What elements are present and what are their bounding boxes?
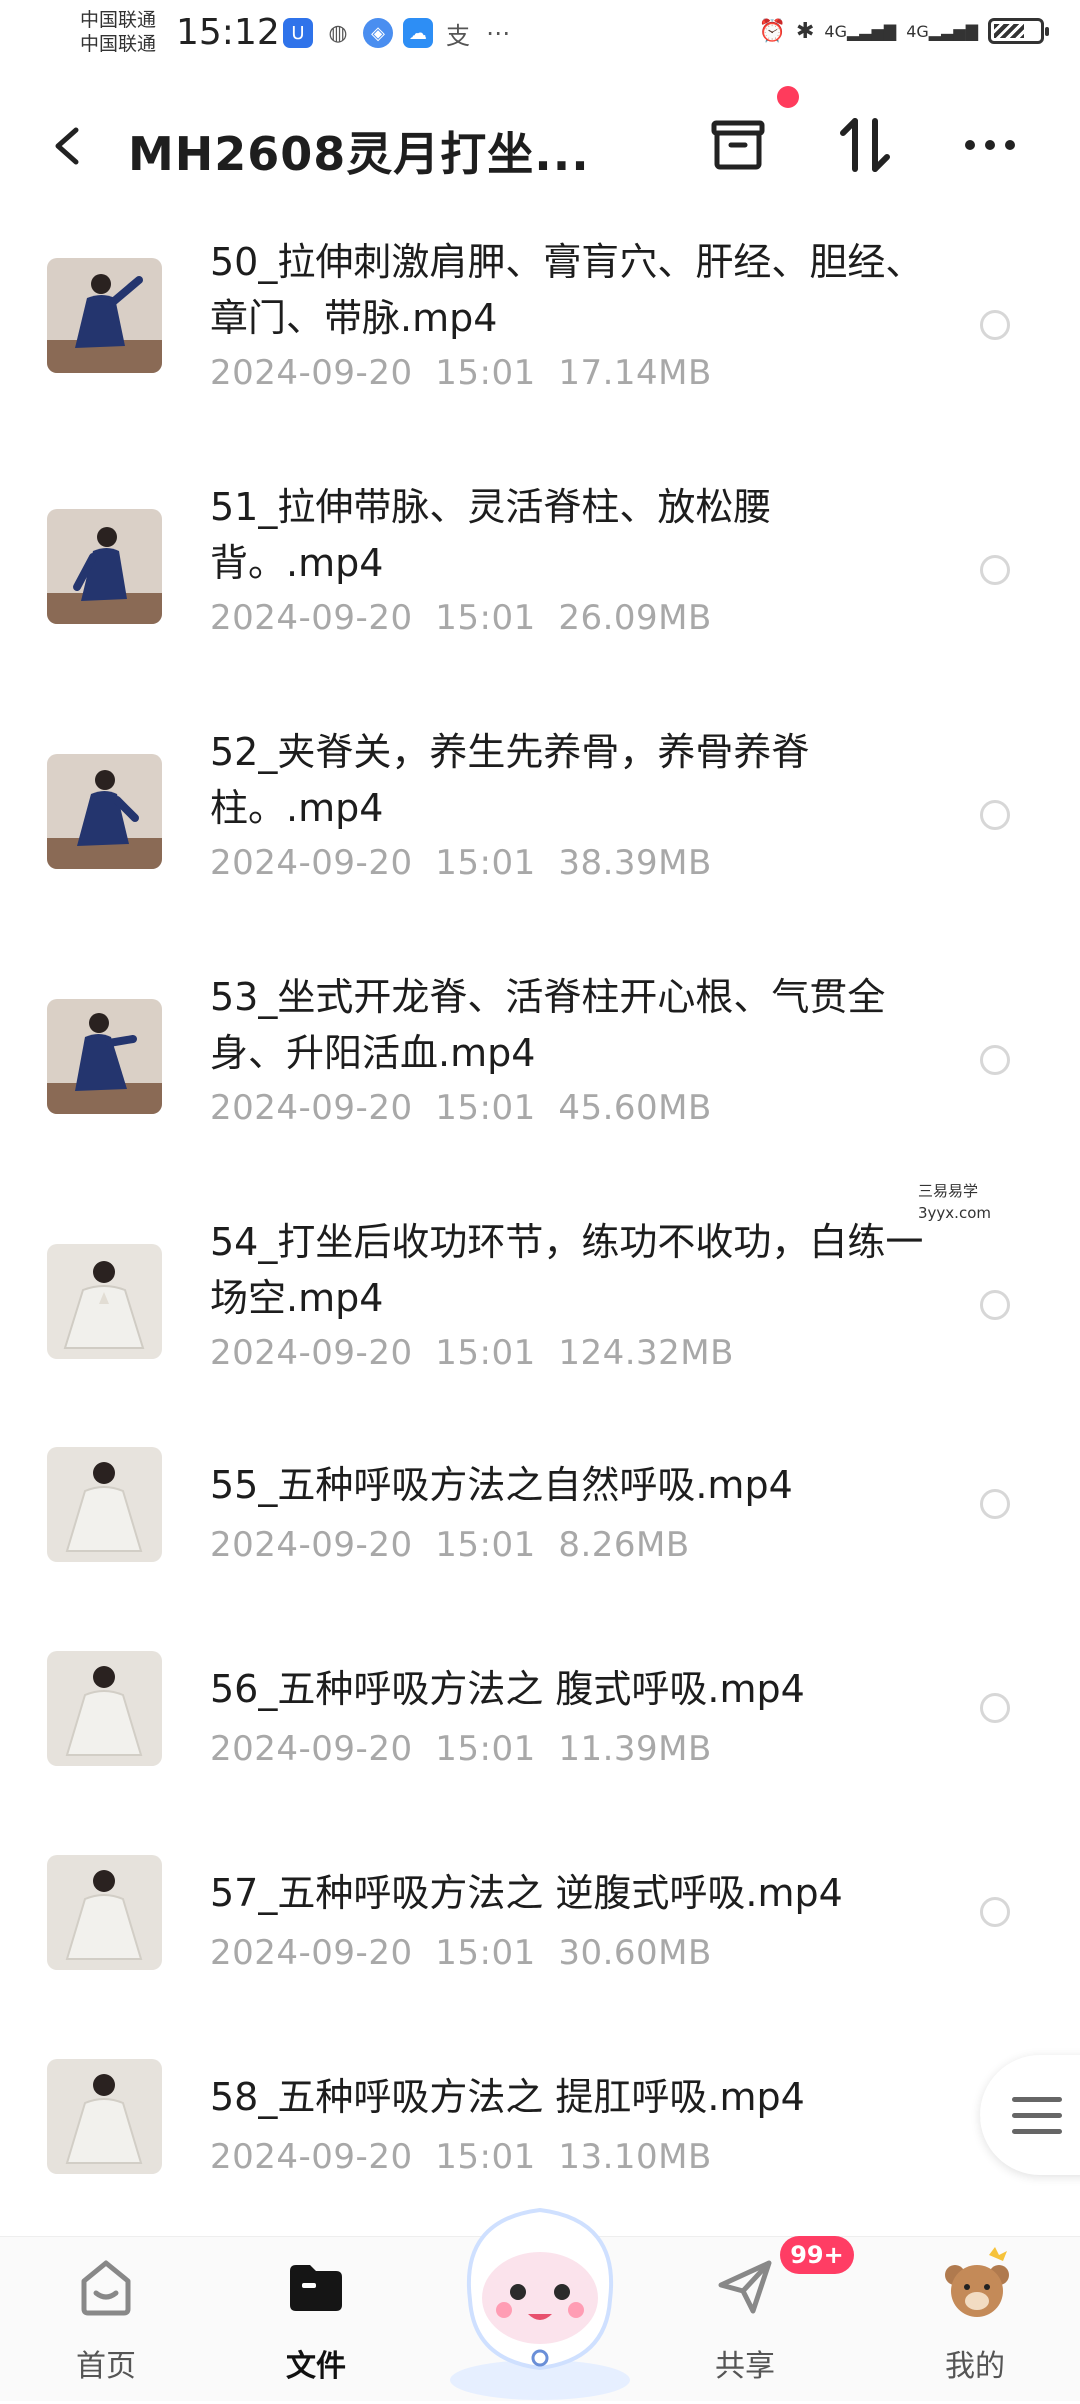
browser-icon: ◈ — [363, 18, 393, 48]
video-thumbnail — [47, 258, 162, 373]
video-thumbnail — [47, 1447, 162, 1562]
file-name: 50_拉伸刺激肩胛、膏肓穴、肝经、胆经、章门、带脉.mp4 — [210, 240, 924, 340]
file-name: 58_五种呼吸方法之 提肛呼吸.mp4 — [210, 2075, 805, 2119]
notification-icons: U ◍ ◈ ☁ 支 ⋯ — [283, 18, 513, 50]
folder-title: MH2608灵月打坐... — [128, 127, 590, 181]
file-name: 55_五种呼吸方法之自然呼吸.mp4 — [210, 1463, 793, 1507]
wechat-icon: ◍ — [323, 18, 353, 48]
file-meta: 2024-09-20 15:01 13.10MB — [210, 2137, 712, 2177]
file-meta: 2024-09-20 15:01 30.60MB — [210, 1933, 712, 1973]
tab-mine-label: 我的 — [945, 2349, 1005, 2384]
video-thumbnail — [47, 1855, 162, 1970]
battery-icon — [988, 18, 1049, 44]
tab-home[interactable]: 首页 — [16, 2237, 196, 2401]
file-name: 54_打坐后收功环节，练功不收功，白练一场空.mp4 — [210, 1220, 924, 1320]
alipay-icon: 支 — [443, 18, 473, 50]
select-radio[interactable] — [980, 1693, 1010, 1723]
app-header: MH2608灵月打坐... — [0, 80, 1080, 210]
select-radio[interactable] — [980, 1045, 1010, 1075]
list-item[interactable]: 56_五种呼吸方法之 腹式呼吸.mp4 2024-09-20 15:01 11.… — [0, 1639, 1080, 1843]
video-thumbnail — [47, 1651, 162, 1766]
notification-dot — [777, 86, 799, 108]
file-meta: 2024-09-20 15:01 45.60MB — [210, 1088, 712, 1128]
chevron-left-icon[interactable] — [48, 116, 88, 176]
select-radio[interactable] — [980, 1489, 1010, 1519]
watermark: 三易易学 3yyx.com — [918, 1182, 991, 1222]
select-radio[interactable] — [980, 310, 1010, 340]
signal-icon: 4G▂▃▅▇ — [824, 21, 897, 41]
select-radio[interactable] — [980, 1290, 1010, 1320]
select-radio[interactable] — [980, 555, 1010, 585]
list-item[interactable]: 53_坐式开龙脊、活脊柱开心根、气贯全身、升阳活血.mp4 2024-09-20… — [0, 945, 1080, 1190]
paper-plane-icon — [718, 2260, 772, 2314]
video-thumbnail — [47, 999, 162, 1114]
video-thumbnail — [47, 2059, 162, 2174]
carrier-labels: 中国联通 中国联通 — [80, 8, 156, 56]
tab-home-label: 首页 — [76, 2349, 136, 2384]
list-item[interactable]: 52_夹脊关，养生先养骨，养骨养脊柱。.mp4 2024-09-20 15:01… — [0, 700, 1080, 945]
file-name: 52_夹脊关，养生先养骨，养骨养脊柱。.mp4 — [210, 730, 810, 830]
tab-files-label: 文件 — [286, 2349, 346, 2384]
clock: 15:12 — [176, 12, 280, 53]
alarm-icon: ⏰ — [758, 18, 786, 44]
folder-icon — [290, 2265, 342, 2311]
carrier-1: 中国联通 — [80, 9, 157, 31]
file-list: 50_拉伸刺激肩胛、膏肓穴、肝经、胆经、章门、带脉.mp4 2024-09-20… — [0, 210, 1080, 2251]
tab-share-label: 共享 — [715, 2349, 775, 2384]
video-thumbnail — [47, 1244, 162, 1359]
bear-avatar-icon — [945, 2247, 1009, 2317]
archive-icon[interactable] — [703, 110, 773, 180]
list-item[interactable]: 50_拉伸刺激肩胛、膏肓穴、肝经、胆经、章门、带脉.mp4 2024-09-20… — [0, 210, 1080, 455]
sort-icon[interactable] — [830, 110, 900, 180]
app-notification-icon: U — [283, 18, 313, 48]
file-meta: 2024-09-20 15:01 26.09MB — [210, 598, 712, 638]
menu-line — [1012, 2097, 1062, 2102]
tab-mine[interactable]: 我的 — [885, 2237, 1065, 2401]
file-name: 53_坐式开龙脊、活脊柱开心根、气贯全身、升阳活血.mp4 — [210, 975, 886, 1075]
file-meta: 2024-09-20 15:01 124.32MB — [210, 1333, 734, 1373]
assistant-mascot-button[interactable] — [430, 2180, 650, 2400]
file-meta: 2024-09-20 15:01 8.26MB — [210, 1525, 690, 1565]
status-bar: 中国联通 中国联通 15:12 U ◍ ◈ ☁ 支 ⋯ ⏰ ✱ 4G▂▃▅▇ 4… — [0, 0, 1080, 70]
carrier-2: 中国联通 — [80, 33, 157, 55]
share-badge: 99+ — [780, 2236, 854, 2274]
list-item[interactable]: 55_五种呼吸方法之自然呼吸.mp4 2024-09-20 15:01 8.26… — [0, 1435, 1080, 1639]
file-name: 51_拉伸带脉、灵活脊柱、放松腰背。.mp4 — [210, 485, 772, 585]
list-item[interactable]: 57_五种呼吸方法之 逆腹式呼吸.mp4 2024-09-20 15:01 30… — [0, 1843, 1080, 2047]
home-icon — [81, 2260, 131, 2316]
signal-icon-2: 4G▂▃▅▇ — [906, 21, 978, 41]
select-radio[interactable] — [980, 800, 1010, 830]
file-meta: 2024-09-20 15:01 38.39MB — [210, 843, 712, 883]
list-item[interactable]: 51_拉伸带脉、灵活脊柱、放松腰背。.mp4 2024-09-20 15:01 … — [0, 455, 1080, 700]
weather-icon: ☁ — [403, 18, 433, 48]
video-thumbnail — [47, 754, 162, 869]
file-meta: 2024-09-20 15:01 11.39MB — [210, 1729, 712, 1769]
bluetooth-icon: ✱ — [795, 18, 815, 44]
select-radio[interactable] — [980, 1897, 1010, 1927]
menu-line — [1012, 2129, 1062, 2134]
menu-line — [1012, 2113, 1062, 2118]
system-icons: ⏰ ✱ 4G▂▃▅▇ 4G▂▃▅▇ — [758, 18, 1049, 44]
file-name: 57_五种呼吸方法之 逆腹式呼吸.mp4 — [210, 1871, 843, 1915]
file-meta: 2024-09-20 15:01 17.14MB — [210, 353, 712, 393]
tab-files[interactable]: 文件 — [226, 2237, 406, 2401]
more-icon[interactable] — [955, 110, 1025, 180]
list-item[interactable]: 54_打坐后收功环节，练功不收功，白练一场空.mp4 2024-09-20 15… — [0, 1190, 1080, 1435]
video-thumbnail — [47, 509, 162, 624]
file-name: 56_五种呼吸方法之 腹式呼吸.mp4 — [210, 1667, 805, 1711]
more-notifications-icon: ⋯ — [483, 18, 513, 48]
